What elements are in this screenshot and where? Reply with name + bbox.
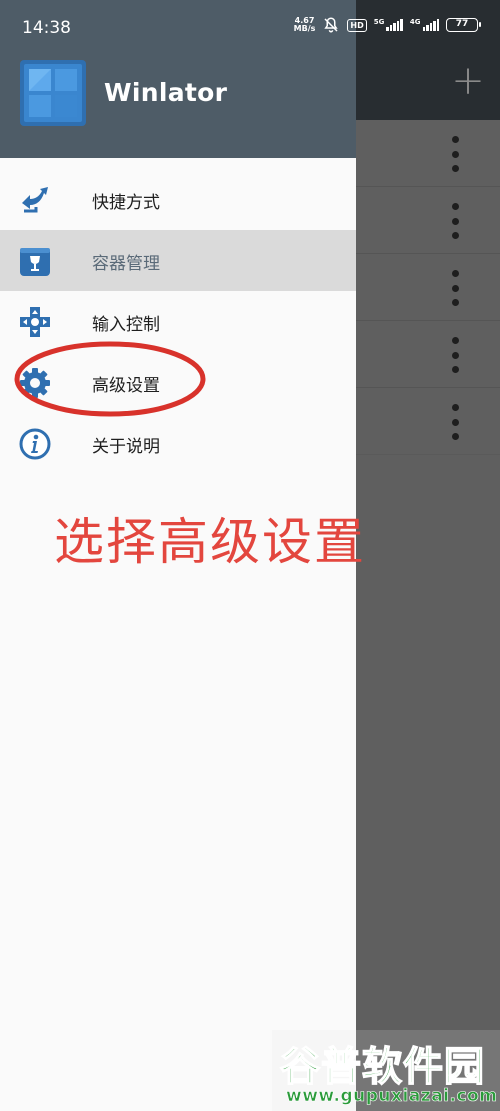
more-vert-icon[interactable]: [450, 270, 460, 306]
more-vert-icon[interactable]: [450, 136, 460, 172]
winlator-logo-icon: [20, 60, 86, 126]
more-vert-icon[interactable]: [450, 203, 460, 239]
signal-4g-label: 4G: [409, 18, 421, 26]
network-speed-unit: MB/s: [293, 24, 316, 33]
add-icon[interactable]: +: [450, 61, 486, 101]
battery-icon: 77: [446, 18, 481, 32]
status-icons: 4.67 MB/s HD 5G 4G 77: [294, 16, 481, 34]
signal-5g-icon: 5G: [374, 19, 403, 31]
menu-item-label: 容器管理: [92, 254, 160, 274]
gamepad-dpad-icon: [20, 307, 50, 337]
shortcut-icon: [22, 187, 48, 213]
status-bar: 14:38 4.67 MB/s HD 5G 4G 77: [0, 0, 500, 50]
watermark-url: www.gupuxiazai.com: [286, 1086, 498, 1107]
menu-item-containers[interactable]: 容器管理: [0, 230, 356, 291]
signal-5g-label: 5G: [373, 18, 385, 26]
status-time: 14:38: [22, 18, 71, 38]
bell-muted-icon: [324, 17, 339, 33]
more-vert-icon[interactable]: [450, 404, 460, 440]
menu-item-label: 关于说明: [92, 437, 160, 457]
container-icon: [20, 248, 50, 276]
app-title: Winlator: [104, 78, 228, 107]
instruction-annotation: 选择高级设置: [54, 513, 366, 571]
info-icon: [19, 428, 51, 460]
menu-item-label: 快捷方式: [92, 193, 160, 213]
more-vert-icon[interactable]: [450, 337, 460, 373]
signal-4g-icon: 4G: [410, 19, 439, 31]
hd-voice-badge: HD: [347, 18, 367, 32]
watermark: 谷普软件园 www.gupuxiazai.com: [272, 1030, 500, 1111]
network-speed: 4.67 MB/s: [294, 17, 316, 33]
menu-item-label: 输入控制: [92, 315, 160, 335]
menu-item-about[interactable]: 关于说明: [0, 413, 356, 474]
menu-item-shortcuts[interactable]: 快捷方式: [0, 169, 356, 230]
drawer-menu: 快捷方式 容器管理 输入控制 高级设置 关于说明: [0, 169, 356, 474]
highlight-ellipse: [14, 341, 206, 417]
watermark-brand: 谷普软件园: [279, 1043, 485, 1091]
